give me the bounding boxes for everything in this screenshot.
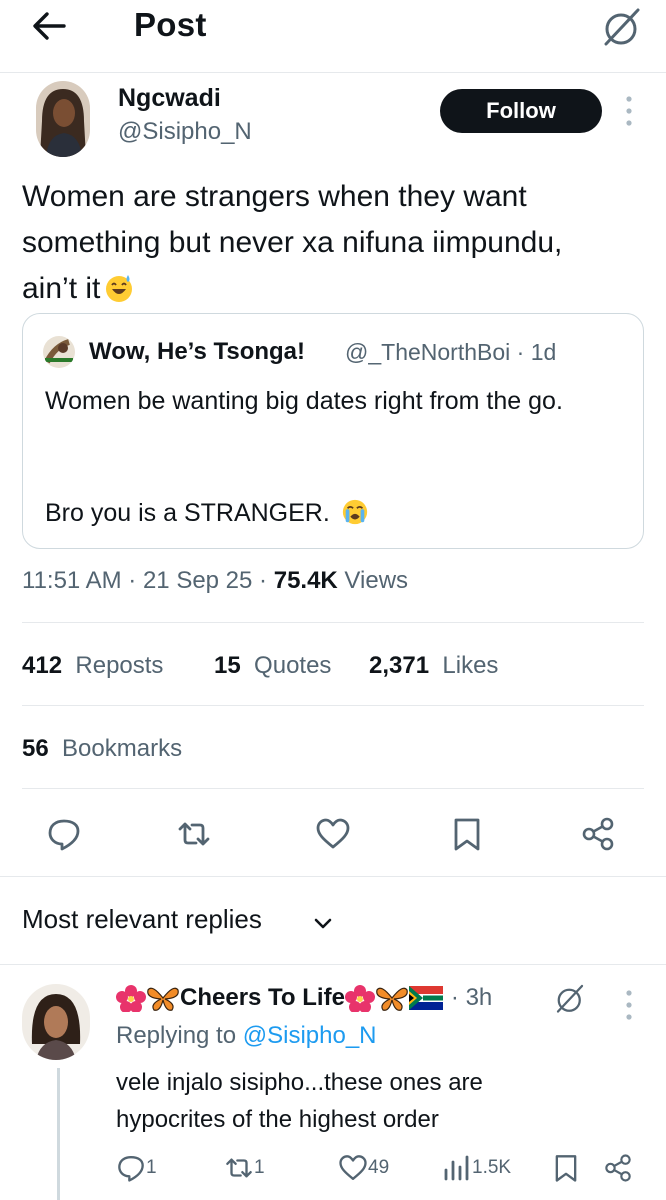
views-label: Views (337, 567, 409, 594)
author-name[interactable]: Ngcwadi (118, 84, 221, 113)
bookmarks-label: Bookmarks (62, 735, 183, 762)
replies-sort-label[interactable]: Most relevant replies (22, 904, 262, 935)
quoted-text: Women be wanting big dates right from th… (45, 387, 563, 415)
views-count[interactable]: 75.4K (274, 567, 338, 594)
sweat-smile-emoji (106, 275, 133, 302)
reply-time: · 3h (450, 984, 493, 1011)
reply-views-count: 1.5K (472, 1157, 512, 1178)
likes-label: Likes (442, 652, 499, 679)
grok-icon[interactable] (598, 2, 646, 50)
quoted-post[interactable]: Wow, He’s Tsonga! @_TheNorthBoi · 1d Wom… (22, 313, 644, 549)
divider (0, 964, 666, 965)
reply-header: Cheers To Life · 3h (116, 984, 492, 1012)
replying-to: Replying to @Sisipho_N (116, 1022, 377, 1050)
quoted-author-meta: @_TheNorthBoi · 1d (345, 339, 557, 365)
reply-icon (118, 1156, 144, 1182)
quoted-author-avatar (43, 336, 75, 368)
reply-icon[interactable] (46, 816, 82, 852)
post-metadata: 11:51 AM · 21 Sep 25 · 75.4K Views (22, 567, 408, 595)
reply-reposts-count: 1 (254, 1157, 265, 1178)
share-icon[interactable] (580, 816, 616, 852)
like-icon (339, 1155, 367, 1180)
reply-author-name[interactable]: Cheers To Life (180, 984, 345, 1012)
reply-author-avatar[interactable] (22, 984, 90, 1060)
hibiscus-emoji (344, 985, 375, 1012)
share-icon[interactable] (603, 1153, 633, 1183)
post-body: Women are strangers when they want somet… (22, 180, 563, 305)
hibiscus-emoji (116, 985, 146, 1012)
reply-more-options-icon[interactable] (622, 988, 636, 1024)
quoted-text-second-line: Bro you is a STRANGER. (45, 499, 330, 527)
likes-count: 2,371 (369, 652, 430, 679)
south-africa-flag (408, 986, 443, 1010)
loudly-crying-emoji (342, 499, 367, 525)
author-avatar[interactable] (36, 81, 90, 157)
post-text: Women are strangers when they want somet… (22, 174, 622, 312)
reply-likes-count: 49 (368, 1157, 390, 1178)
quoted-author-name: Wow, He’s Tsonga! (89, 338, 306, 365)
thread-line (57, 1068, 60, 1200)
divider (22, 705, 644, 706)
grok-icon[interactable] (552, 980, 588, 1016)
divider (22, 622, 644, 623)
butterfly-emoji (376, 987, 408, 1011)
page-title: Post (134, 6, 207, 43)
views-icon (444, 1155, 469, 1181)
reply-repost-action[interactable]: 1 (224, 1153, 265, 1183)
reposts-stat[interactable]: 412 Reposts (22, 652, 163, 680)
likes-stat[interactable]: 2,371 Likes (369, 652, 498, 680)
more-options-icon[interactable] (622, 94, 636, 130)
replying-to-handle[interactable]: @Sisipho_N (243, 1022, 377, 1049)
chevron-down-icon[interactable] (312, 912, 334, 934)
reply-reply-action[interactable]: 1 (116, 1153, 157, 1183)
follow-button[interactable]: Follow (440, 89, 602, 133)
quotes-label: Quotes (254, 652, 332, 679)
author-handle[interactable]: @Sisipho_N (118, 118, 252, 146)
repost-icon (226, 1158, 252, 1178)
bookmark-icon[interactable] (449, 816, 485, 852)
reply-text: vele injalo sisipho...these ones are hyp… (116, 1069, 483, 1133)
bookmarks-stat[interactable]: 56 Bookmarks (22, 735, 182, 763)
quotes-count: 15 (214, 652, 241, 679)
like-icon[interactable] (315, 816, 351, 852)
header-divider (0, 72, 666, 73)
quotes-stat[interactable]: 15 Quotes (214, 652, 331, 680)
bookmarks-count: 56 (22, 735, 49, 762)
divider (0, 876, 666, 877)
replying-to-prefix: Replying to (116, 1022, 243, 1049)
reply-like-action[interactable]: 49 (338, 1153, 389, 1183)
reply-views-action[interactable]: 1.5K (442, 1153, 511, 1183)
bookmark-icon[interactable] (551, 1153, 581, 1183)
reply-replies-count: 1 (146, 1157, 157, 1178)
reposts-label: Reposts (75, 652, 164, 679)
post-timestamp: 11:51 AM · 21 Sep 25 · (22, 567, 274, 594)
reposts-count: 412 (22, 652, 63, 679)
repost-icon[interactable] (176, 816, 212, 852)
quoted-text-second: Bro you is a STRANGER. (45, 494, 369, 532)
butterfly-emoji (147, 987, 179, 1011)
back-arrow-icon[interactable] (28, 6, 68, 46)
divider (22, 788, 644, 789)
